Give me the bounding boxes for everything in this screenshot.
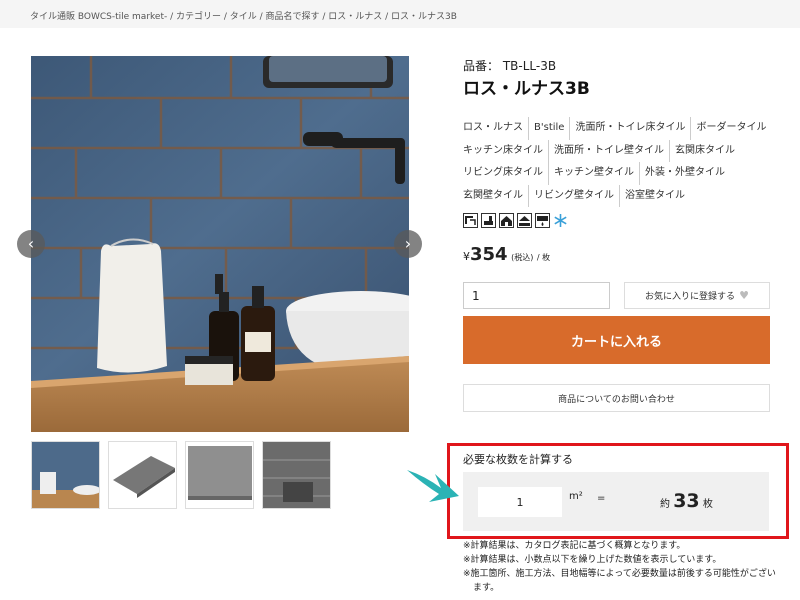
tag-item[interactable]: ボーダータイル [690, 117, 771, 140]
frost-resistant-icon [553, 213, 568, 228]
next-image-button[interactable]: › [394, 230, 422, 258]
tag-item[interactable]: キッチン床タイル [463, 140, 548, 163]
thumbnail-3[interactable] [185, 441, 254, 509]
add-to-cart-button[interactable]: カートに入れる [463, 316, 770, 364]
price-unit: / 枚 [536, 253, 551, 262]
thumbnail-strip [31, 441, 331, 509]
result-prefix: 約 [660, 499, 670, 510]
tag-item[interactable]: リビング壁タイル [528, 184, 619, 207]
add-to-favorites-button[interactable]: お気に入りに登録する ♥ [624, 282, 770, 309]
annotation-arrow-icon [407, 470, 459, 502]
main-product-image [31, 56, 409, 432]
interior-floor-icon [481, 213, 496, 228]
interior-wall-icon [463, 213, 478, 228]
note-line: ※計算結果は、小数点以下を繰り上げた数値を表示しています。 [463, 555, 722, 565]
area-unit: m² [569, 491, 583, 502]
tag-item[interactable]: 外装・外壁タイル [639, 162, 730, 185]
tag-item[interactable]: 洗面所・トイレ壁タイル [548, 139, 669, 162]
tag-item[interactable]: 玄関壁タイル [463, 185, 528, 208]
heart-icon: ♥ [739, 289, 749, 302]
price-amount: 354 [470, 244, 508, 265]
calculator-notes: ※計算結果は、カタログ表記に基づく概算となります。 ※計算結果は、小数点以下を繰… [463, 539, 778, 595]
page-title: ロス・ルナス3B [463, 79, 590, 99]
result-suffix: 枚 [702, 499, 713, 510]
tag-item[interactable]: リビング床タイル [463, 162, 548, 185]
price: ¥354 (税込) / 枚 [463, 244, 550, 265]
breadcrumb[interactable]: タイル通販 BOWCS-tile market- / カテゴリー / タイル /… [0, 0, 800, 28]
calculator-title: 必要な枚数を計算する [463, 453, 573, 466]
price-tax: (税込) [511, 253, 534, 262]
tag-item[interactable]: B'stile [528, 117, 569, 140]
price-currency: ¥ [463, 250, 470, 263]
add-to-favorites-label: お気に入りに登録する [645, 292, 736, 302]
calculation-result: 約 33 枚 [660, 490, 713, 512]
water-use-icon [535, 213, 550, 228]
area-input[interactable] [478, 487, 562, 517]
result-value: 33 [673, 490, 700, 512]
tag-list: ロス・ルナス B'stile 洗面所・トイレ床タイル ボーダータイル キッチン床タイル… [463, 117, 773, 207]
thumbnail-4[interactable] [262, 441, 331, 509]
quantity-input[interactable] [463, 282, 610, 309]
exterior-wall-icon [499, 213, 514, 228]
product-inquiry-button[interactable]: 商品についてのお問い合わせ [463, 384, 770, 412]
note-line: ※施工箇所、施工方法、目地幅等によって必要数量は前後する可能性がございます。 [463, 569, 776, 593]
product-code: 品番： TB-LL-3B [463, 59, 557, 73]
previous-image-button[interactable]: ‹ [17, 230, 45, 258]
equals-sign: = [597, 493, 606, 504]
thumbnail-2[interactable] [108, 441, 177, 509]
exterior-floor-icon [517, 213, 532, 228]
product-gallery: ‹ › [17, 56, 423, 432]
tag-item[interactable]: ロス・ルナス [463, 117, 528, 140]
tag-item[interactable]: 浴室壁タイル [619, 184, 690, 207]
thumbnail-1[interactable] [31, 441, 100, 509]
tag-item[interactable]: 玄関床タイル [669, 139, 740, 162]
note-line: ※計算結果は、カタログ表記に基づく概算となります。 [463, 541, 686, 551]
tag-item[interactable]: キッチン壁タイル [548, 162, 639, 185]
tag-item[interactable]: 洗面所・トイレ床タイル [569, 117, 690, 140]
